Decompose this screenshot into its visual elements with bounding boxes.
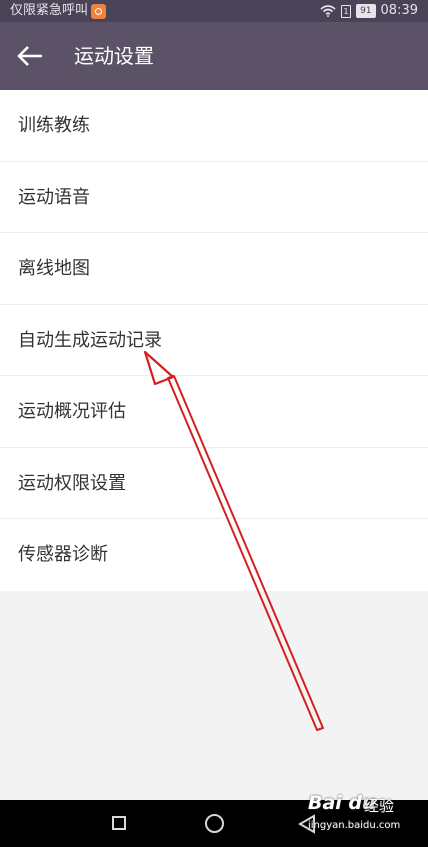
watermark-text: 经验 (364, 797, 395, 815)
status-bar: 仅限紧急呼叫 1 91 08:39 (0, 0, 428, 22)
status-right: 1 91 08:39 (320, 0, 418, 22)
sim-card-icon: 1 (341, 4, 352, 18)
empty-background (0, 591, 428, 800)
title-bar: 运动设置 (0, 22, 428, 90)
home-icon[interactable] (205, 814, 224, 833)
setting-item-permissions[interactable]: 运动权限设置 (0, 448, 428, 519)
emergency-call-text: 仅限紧急呼叫 (10, 3, 89, 18)
page-title: 运动设置 (74, 44, 154, 68)
back-arrow-icon[interactable] (14, 42, 46, 70)
setting-item-overview-assessment[interactable]: 运动概况评估 (0, 376, 428, 448)
status-left: 仅限紧急呼叫 (10, 0, 107, 22)
recent-apps-icon[interactable] (112, 816, 126, 830)
setting-item-auto-record[interactable]: 自动生成运动记录 (0, 305, 428, 376)
battery-icon: 91 (356, 4, 376, 18)
notification-app-icon (91, 3, 107, 19)
setting-item-training-coach[interactable]: 训练教练 (0, 90, 428, 162)
setting-item-offline-map[interactable]: 离线地图 (0, 233, 428, 305)
setting-item-sensor-diagnosis[interactable]: 传感器诊断 (0, 519, 428, 591)
baidu-jingyan-watermark: Bai du 经验 jingyan.baidu.com (308, 790, 420, 840)
wifi-icon (320, 5, 336, 17)
setting-item-voice[interactable]: 运动语音 (0, 162, 428, 233)
settings-list: 训练教练 运动语音 离线地图 自动生成运动记录 运动概况评估 运动权限设置 传感… (0, 90, 428, 591)
status-time: 08:39 (380, 3, 418, 18)
watermark-url: jingyan.baidu.com (308, 820, 401, 831)
